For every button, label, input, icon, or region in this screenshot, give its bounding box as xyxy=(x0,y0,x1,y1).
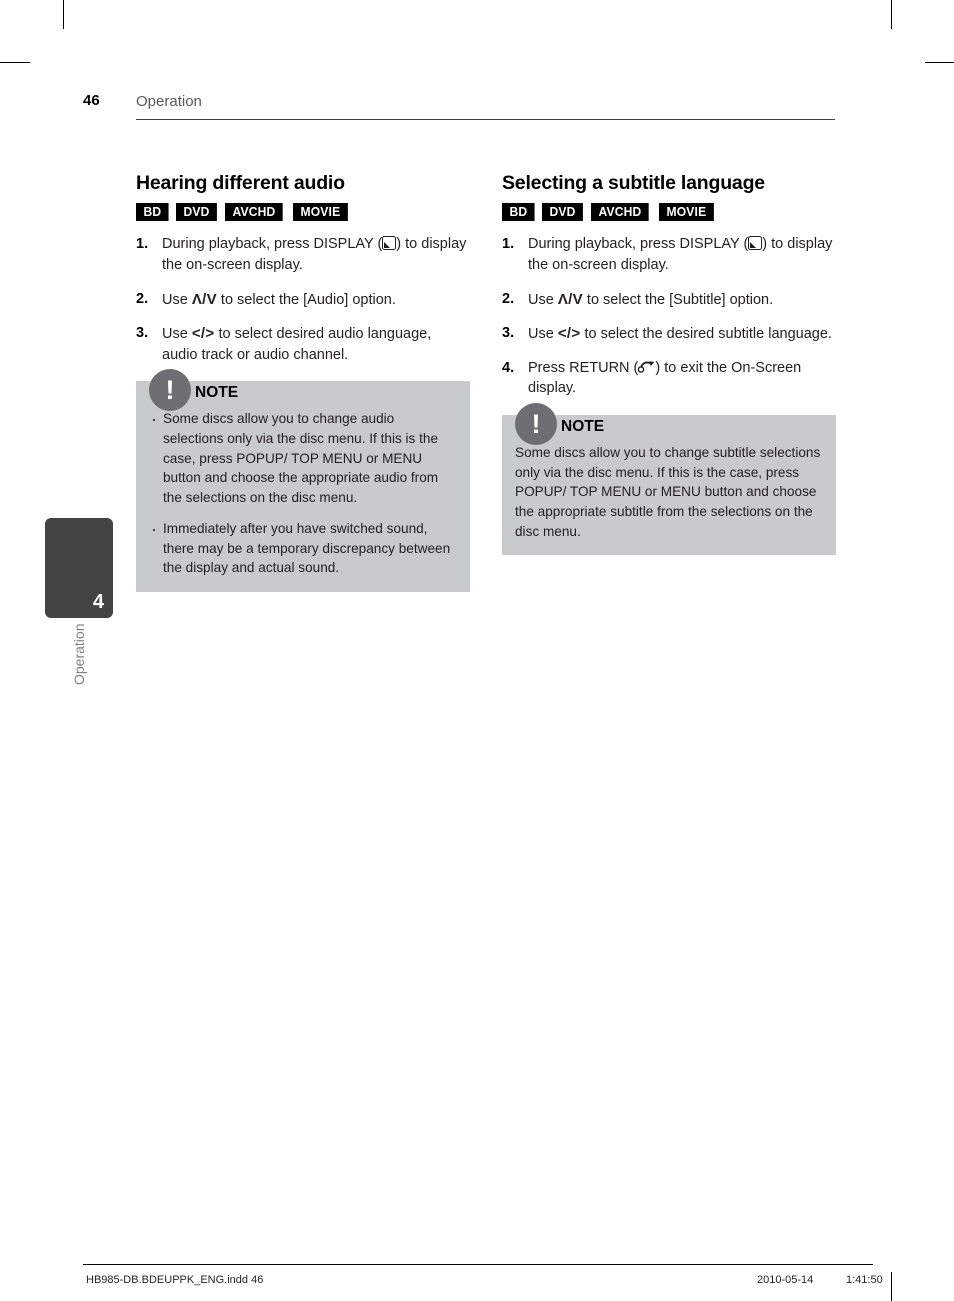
step-number: 2. xyxy=(136,290,149,307)
step-text-after: to select the [Subtitle] option. xyxy=(582,291,774,308)
step-text-before: Use xyxy=(162,291,192,308)
leftright-key-label: </> xyxy=(191,325,215,343)
note-box-right: ! NOTE Some discs allow you to change su… xyxy=(502,402,836,556)
note-body: Some discs allow you to change subtitle … xyxy=(515,443,823,542)
step-list-left: 1. During playback, press DISPLAY () to d… xyxy=(136,234,470,365)
chapter-number: 4 xyxy=(92,591,104,613)
step-number: 1. xyxy=(136,236,149,253)
step-text-before: Use xyxy=(528,326,558,343)
badge-bd: BD xyxy=(136,203,169,222)
step-item: 1. During playback, press DISPLAY () to d… xyxy=(502,234,836,275)
step-item: 2. Use Λ/V to select the [Audio] option. xyxy=(136,289,470,311)
exclamation-glyph: ! xyxy=(531,408,541,439)
page-number: 46 xyxy=(83,92,100,109)
header-divider xyxy=(136,119,835,121)
crop-mark-top-left-vertical xyxy=(63,0,64,29)
chapter-label: Operation xyxy=(71,624,87,686)
footer-divider xyxy=(83,1264,873,1265)
crop-mark-top-right-vertical xyxy=(891,0,892,29)
step-text-before: During playback, press DISPLAY ( xyxy=(162,236,383,253)
crop-mark-top-right-horizontal xyxy=(925,62,954,63)
note-header: ! NOTE xyxy=(149,369,239,412)
note-bullet: Some discs allow you to change audio sel… xyxy=(149,406,457,508)
footer-time: 1:41:50 xyxy=(846,1274,883,1286)
step-text-before: Use xyxy=(528,291,558,308)
badge-bd: BD xyxy=(502,203,535,222)
step-text-after: to select the desired subtitle language. xyxy=(580,326,832,343)
format-badges-right: BD DVD AVCHD MOVIE xyxy=(502,203,836,222)
badge-movie: MOVIE xyxy=(292,203,348,222)
display-icon xyxy=(382,236,397,251)
crop-mark-bottom-right-vertical xyxy=(891,1272,892,1301)
step-item: 3. Use </> to select desired audio langua… xyxy=(136,323,470,365)
note-header: ! NOTE xyxy=(515,402,605,445)
step-number: 3. xyxy=(136,325,149,342)
step-text-before: Press RETURN ( xyxy=(528,359,639,376)
crop-mark-top-left-horizontal xyxy=(0,62,30,63)
step-number: 3. xyxy=(502,325,515,342)
note-title: NOTE xyxy=(561,417,605,435)
step-item: 2. Use Λ/V to select the [Subtitle] optio… xyxy=(502,289,836,311)
note-title: NOTE xyxy=(195,384,239,402)
note-body: Some discs allow you to change audio sel… xyxy=(149,406,457,578)
step-text-before: Use xyxy=(162,326,192,343)
section-hearing-different-audio: Hearing different audio BD DVD AVCHD MOV… xyxy=(136,172,470,592)
updown-key-label: Λ/V xyxy=(557,290,583,308)
step-item: 4. Press RETURN () to exit the On-Screen … xyxy=(502,358,836,399)
badge-avchd: AVCHD xyxy=(225,203,284,222)
footer-date: 2010-05-14 xyxy=(757,1274,814,1286)
step-number: 2. xyxy=(502,290,515,307)
step-text-after: to select the [Audio] option. xyxy=(216,291,396,308)
note-box-left: ! NOTE Some discs allow you to change au… xyxy=(136,369,470,592)
page-title: Operation xyxy=(136,93,202,110)
badge-movie: MOVIE xyxy=(658,203,714,222)
exclamation-glyph: ! xyxy=(165,375,175,406)
display-icon xyxy=(748,236,763,251)
badge-dvd: DVD xyxy=(542,203,584,222)
updown-key-label: Λ/V xyxy=(191,290,217,308)
section-selecting-a-subtitle-language: Selecting a subtitle language BD DVD AVC… xyxy=(502,172,836,556)
format-badges-left: BD DVD AVCHD MOVIE xyxy=(136,203,470,222)
step-number: 4. xyxy=(502,359,515,376)
note-bullet-list: Some discs allow you to change audio sel… xyxy=(149,406,457,578)
step-number: 1. xyxy=(502,236,515,253)
step-item: 3. Use </> to select the desired subtitle… xyxy=(502,323,836,345)
note-bullet: Immediately after you have switched soun… xyxy=(149,516,457,578)
badge-dvd: DVD xyxy=(176,203,218,222)
section-title-left: Hearing different audio xyxy=(136,172,345,194)
leftright-key-label: </> xyxy=(557,325,581,343)
step-item: 1. During playback, press DISPLAY () to d… xyxy=(136,234,470,275)
section-title-right: Selecting a subtitle language xyxy=(502,172,765,194)
step-list-right: 1. During playback, press DISPLAY () to d… xyxy=(502,234,836,398)
exclamation-icon: ! xyxy=(515,402,557,445)
exclamation-icon: ! xyxy=(149,369,191,412)
badge-avchd: AVCHD xyxy=(591,203,650,222)
chapter-tab: 4 xyxy=(45,518,113,618)
page-header: 46 Operation xyxy=(83,92,835,122)
step-text-before: During playback, press DISPLAY ( xyxy=(528,236,749,253)
note-paragraph: Some discs allow you to change subtitle … xyxy=(515,444,821,539)
footer-filename: HB985-DB.BDEUPPK_ENG.indd 46 xyxy=(86,1274,264,1286)
return-icon xyxy=(638,359,655,373)
